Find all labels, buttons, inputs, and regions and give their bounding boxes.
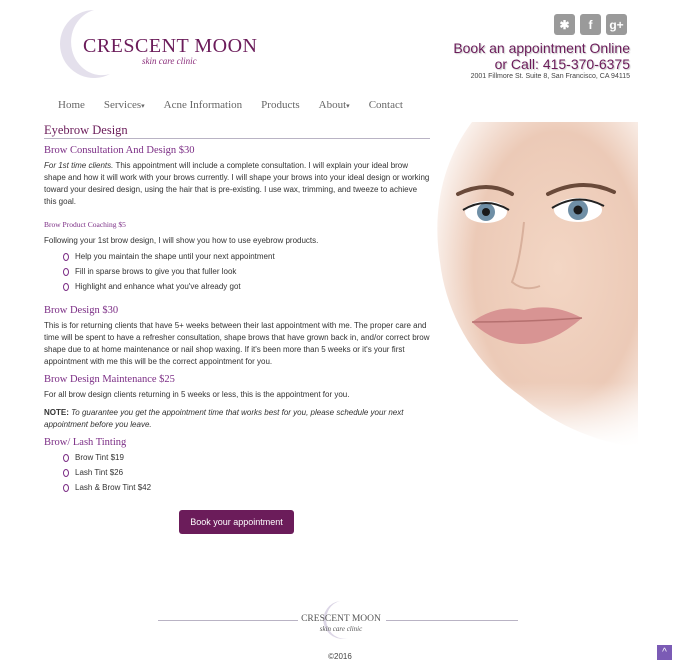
footer-logo-title: CRESCENT MOON	[301, 614, 381, 624]
logo-title: CRESCENT MOON	[83, 35, 258, 57]
phone-number[interactable]: or Call: 415-370-6375	[495, 56, 630, 72]
footer-divider	[158, 620, 298, 621]
section-title-brow-maintenance: Brow Design Maintenance $25	[44, 374, 175, 385]
nav-products[interactable]: Products	[261, 99, 300, 111]
list-item: Lash Tint $26	[63, 467, 430, 479]
section-title-brow-design: Brow Design $30	[44, 305, 119, 316]
logo-subtitle: skin care clinic	[142, 56, 197, 66]
section-title-brow-consultation: Brow Consultation And Design $30	[44, 145, 195, 156]
yelp-icon[interactable]: ✱	[554, 14, 575, 35]
main-content: Eyebrow Design Brow Consultation And Des…	[44, 124, 430, 500]
nav-home[interactable]: Home	[58, 99, 85, 111]
list-item: Brow Tint $19	[63, 452, 430, 464]
book-online-link[interactable]: Book an appointment Online	[453, 40, 630, 56]
nav-acne-information[interactable]: Acne Information	[164, 99, 243, 111]
footer-logo-subtitle: skin care clinic	[319, 625, 363, 633]
book-appointment-button[interactable]: Book your appointment	[179, 510, 294, 534]
nav-services[interactable]: Services▾	[104, 99, 145, 111]
nav-contact[interactable]: Contact	[369, 99, 403, 111]
copyright: ©2016	[328, 652, 352, 661]
note: NOTE: To guarantee you get the appointme…	[44, 408, 404, 429]
chevron-up-icon: ^	[662, 647, 667, 658]
section-title-product-coaching: Brow Product Coaching $5	[44, 220, 126, 229]
list-item: Help you maintain the shape until your n…	[63, 251, 430, 263]
scroll-to-top-button[interactable]: ^	[657, 645, 672, 660]
nav-about[interactable]: About▾	[319, 99, 350, 111]
first-time-label: For 1st time clients.	[44, 161, 114, 170]
section-body-brow-design: This is for returning clients that have …	[44, 321, 430, 366]
page-title: Eyebrow Design	[44, 124, 430, 139]
list-item: Highlight and enhance what you've alread…	[63, 281, 430, 293]
footer-logo[interactable]: CRESCENT MOON skin care clinic	[296, 600, 386, 640]
note-label: NOTE:	[44, 408, 69, 417]
address: 2001 Fillmore St. Suite 8, San Francisco…	[470, 73, 630, 80]
caret-down-icon: ▾	[141, 102, 145, 110]
list-item: Lash & Brow Tint $42	[63, 482, 430, 494]
section-title-tinting: Brow/ Lash Tinting	[44, 437, 127, 448]
main-nav: Home Services▾ Acne Information Products…	[58, 99, 422, 111]
google-plus-icon[interactable]: g+	[606, 14, 627, 35]
section-body-brow-maintenance: For all brow design clients returning in…	[44, 390, 350, 399]
facebook-icon[interactable]: f	[580, 14, 601, 35]
tinting-list: Brow Tint $19 Lash Tint $26 Lash & Brow …	[44, 452, 430, 494]
product-coaching-list: Help you maintain the shape until your n…	[44, 251, 430, 293]
section-body-product-coaching: Following your 1st brow design, I will s…	[44, 236, 319, 245]
model-face-image	[432, 122, 638, 447]
logo[interactable]: CRESCENT MOON skin care clinic	[50, 8, 257, 80]
list-item: Fill in sparse brows to give you that fu…	[63, 266, 430, 278]
footer-divider	[386, 620, 518, 621]
caret-down-icon: ▾	[346, 102, 350, 110]
section-body-brow-consultation: For 1st time clients. This appointment w…	[44, 161, 430, 206]
